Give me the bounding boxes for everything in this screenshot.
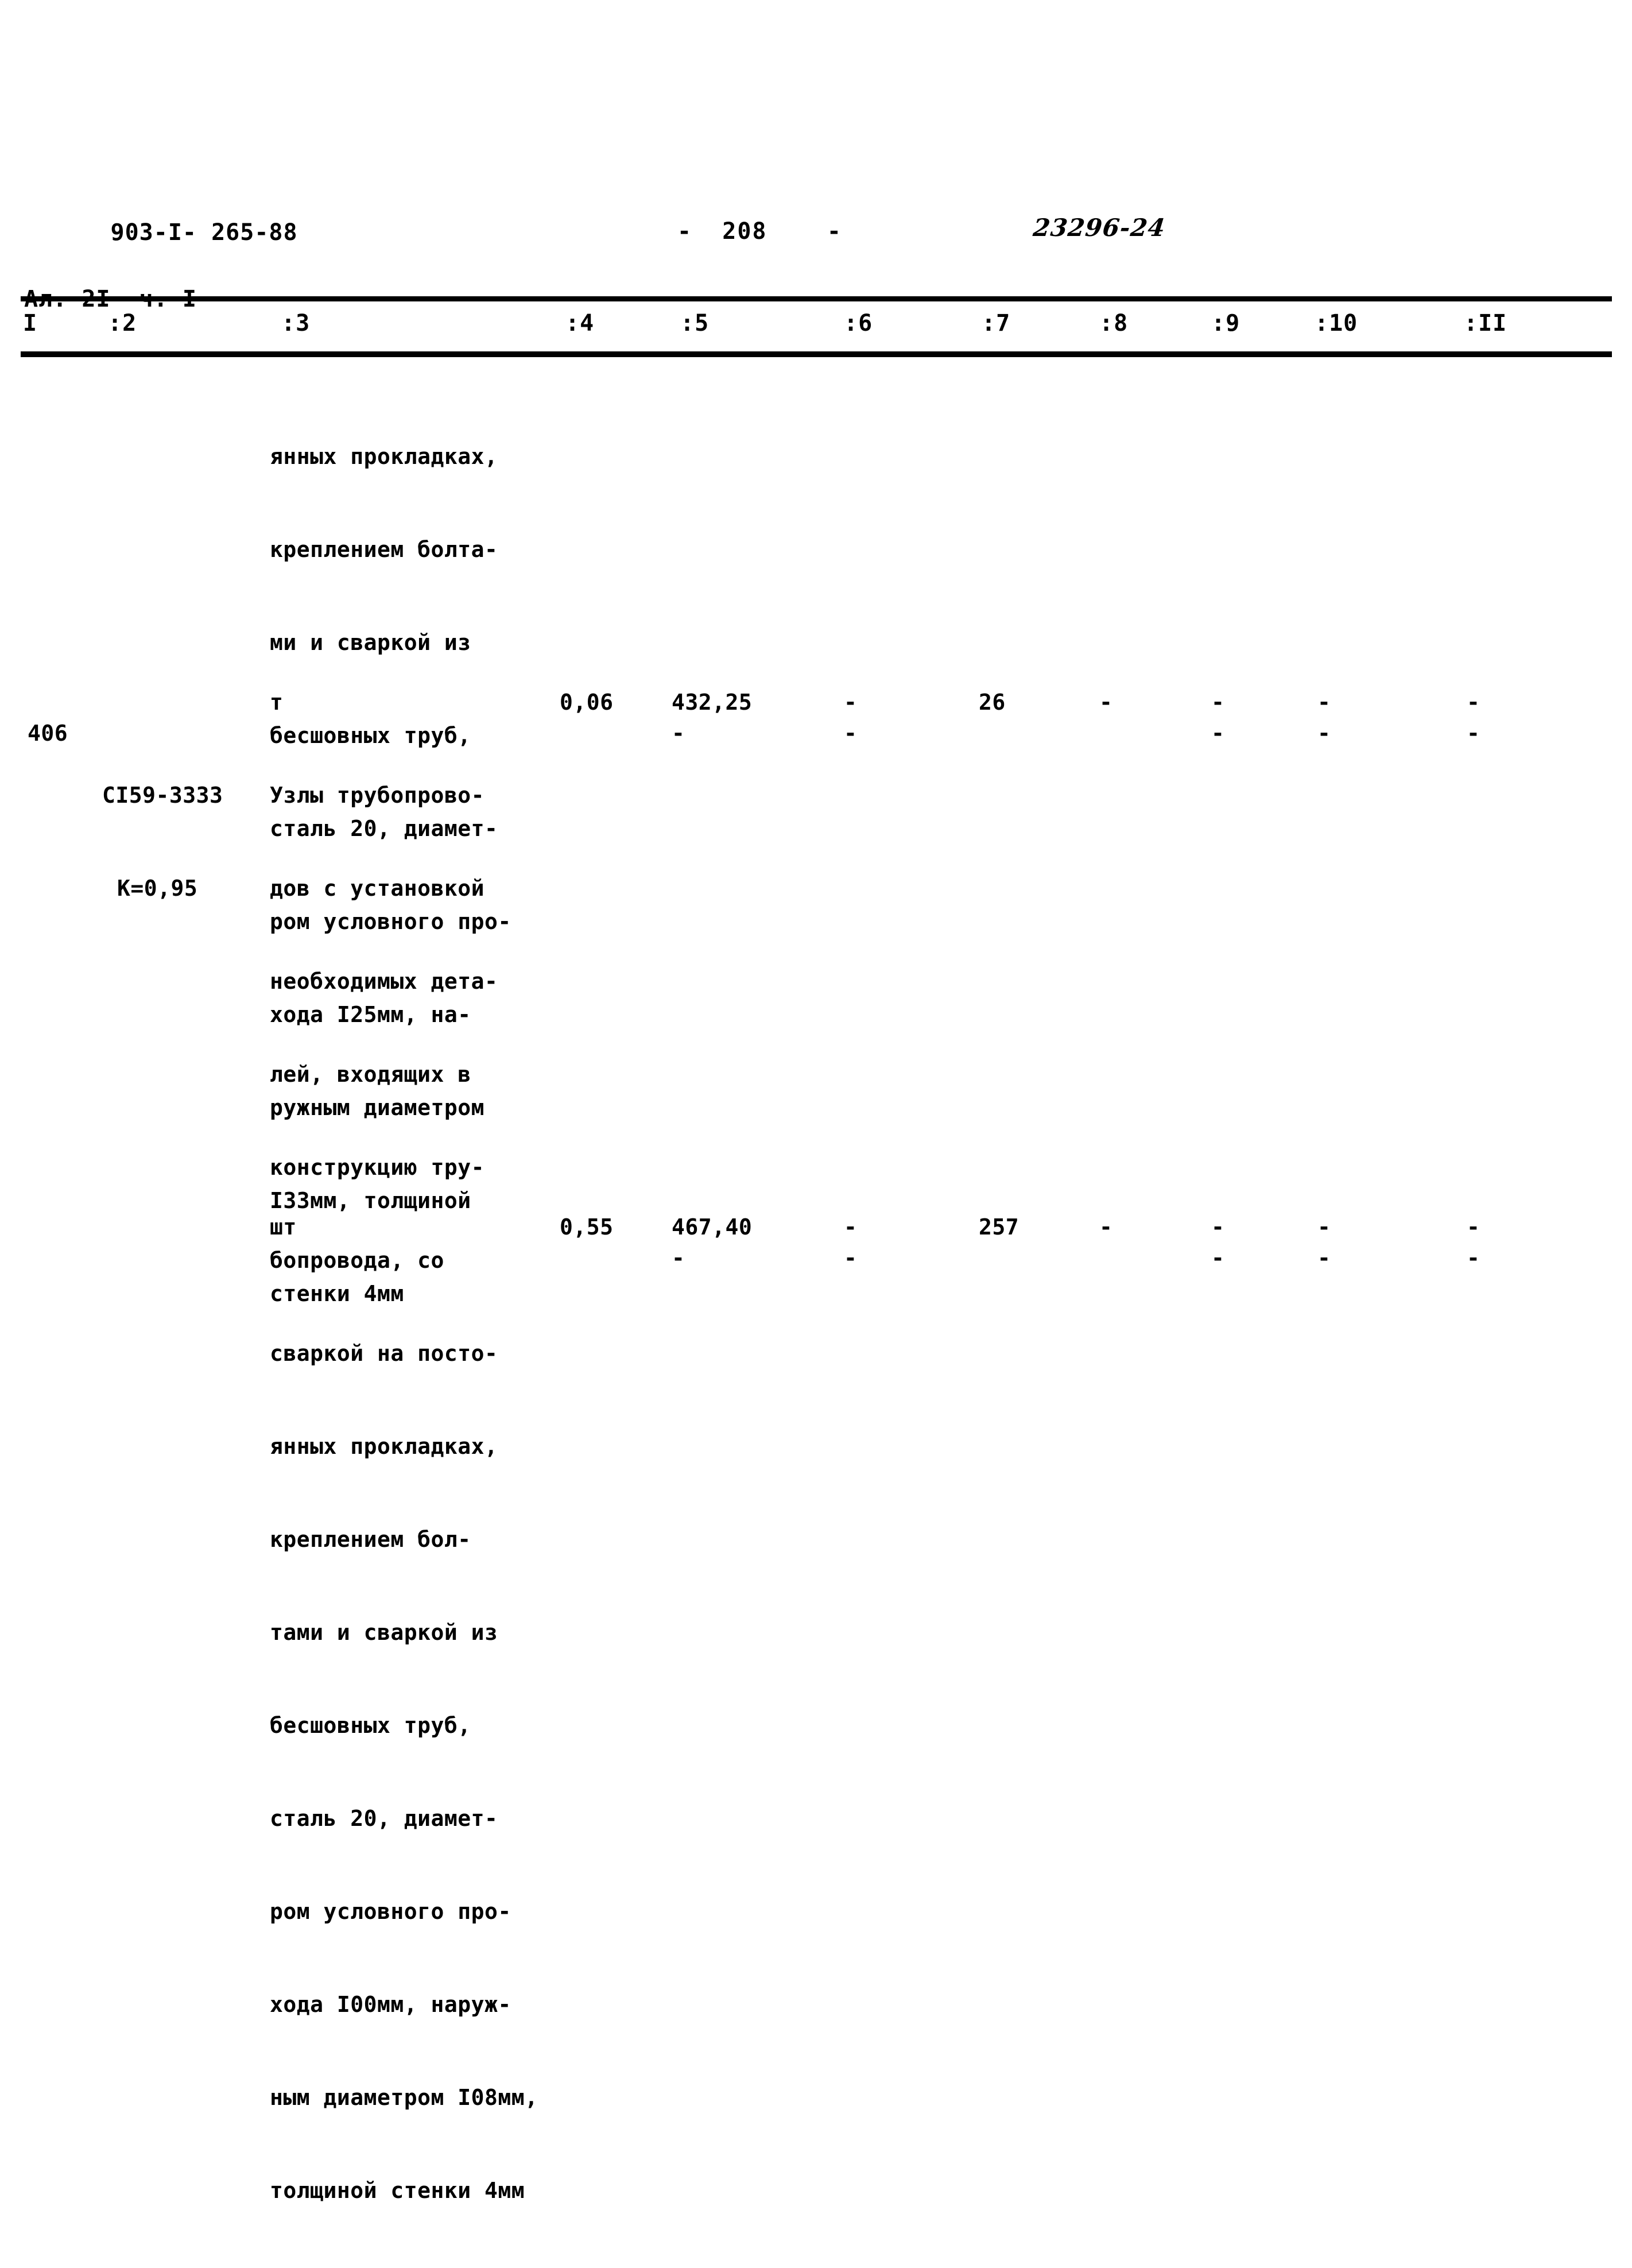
desc-line: ми и сваркой из bbox=[270, 630, 471, 655]
row-unit: шт bbox=[270, 1214, 297, 1240]
desc-line: бесшовных труб, bbox=[270, 1713, 471, 1738]
column-header-6: :6 bbox=[844, 310, 873, 336]
row-col11-value-secondary: - bbox=[1467, 1245, 1480, 1271]
row-code: СI59-3333 К=0,95 bbox=[102, 718, 223, 966]
table-column-headers: I :2 :3 :4 :5 :6 :7 :8 :9 :10 :II bbox=[0, 310, 1632, 350]
column-header-7: :7 bbox=[982, 310, 1011, 336]
row-col9-value: - bbox=[1211, 690, 1225, 715]
sheet-code-stamp: 23296-24 bbox=[1032, 214, 1167, 242]
column-header-2: :2 bbox=[108, 310, 137, 336]
row-col6-value-secondary: - bbox=[844, 1245, 858, 1271]
column-header-9: :9 bbox=[1211, 310, 1241, 336]
desc-line: конструкцию тру- bbox=[270, 1155, 485, 1180]
column-header-8: :8 bbox=[1099, 310, 1129, 336]
row-code-main: СI59-3333 bbox=[102, 783, 223, 808]
row-col9-value-secondary: - bbox=[1211, 1245, 1225, 1271]
document-header: 903-I- 265-88 Ал. 2I ч. I - 208 - 23296-… bbox=[0, 0, 1632, 312]
row-col7-value: 26 bbox=[979, 690, 1006, 715]
row-col11-value: - bbox=[1467, 690, 1480, 715]
table-header-bottom-rule bbox=[21, 351, 1612, 357]
row-col6-value: - bbox=[844, 1214, 858, 1240]
table-body: янных прокладках, креплением болта- ми и… bbox=[0, 379, 1632, 2203]
document-id-line-1: 903-I- 265-88 bbox=[110, 219, 298, 246]
desc-line: янных прокладках, bbox=[270, 444, 498, 469]
column-header-11: :II bbox=[1464, 310, 1507, 336]
table-row: янных прокладках, креплением болта- ми и… bbox=[0, 379, 1632, 1306]
row-col5-value: 467,40 bbox=[672, 1214, 753, 1240]
page-number: - 208 - bbox=[677, 218, 842, 245]
desc-line: сваркой на посто- bbox=[270, 1341, 498, 1366]
desc-line: ром условного про- bbox=[270, 1899, 511, 1924]
row-col4-value: 0,06 bbox=[560, 690, 614, 715]
row-col5-value: 432,25 bbox=[672, 690, 753, 715]
row-col10-value-secondary: - bbox=[1317, 1245, 1331, 1271]
desc-line: ным диаметром I08мм, bbox=[270, 2085, 538, 2110]
desc-line: Узлы трубопрово- bbox=[270, 783, 485, 808]
row-col6-value: - bbox=[844, 690, 858, 715]
column-header-1: I bbox=[23, 310, 38, 336]
document-page: 903-I- 265-88 Ал. 2I ч. I - 208 - 23296-… bbox=[0, 0, 1632, 2203]
column-header-3: :3 bbox=[281, 310, 311, 336]
row-number: 406 bbox=[28, 721, 68, 746]
desc-line: креплением бол- bbox=[270, 1527, 471, 1552]
desc-line: лей, входящих в bbox=[270, 1062, 471, 1087]
desc-line: сталь 20, диамет- bbox=[270, 1806, 498, 1831]
row-col9-value: - bbox=[1211, 1214, 1225, 1240]
column-header-5: :5 bbox=[680, 310, 710, 336]
row-col5-value-secondary: - bbox=[672, 1245, 685, 1271]
desc-line: креплением болта- bbox=[270, 537, 498, 562]
row-description: Узлы трубопрово- дов с установкой необхо… bbox=[270, 718, 538, 2268]
desc-line: необходимых дета- bbox=[270, 969, 498, 994]
column-header-10: :10 bbox=[1315, 310, 1358, 336]
table-top-rule bbox=[21, 296, 1612, 301]
row-col10-value: - bbox=[1317, 1214, 1331, 1240]
table-row: 406 СI59-3333 К=0,95 Узлы трубопрово- до… bbox=[0, 718, 1632, 2203]
row-col10-value: - bbox=[1317, 690, 1331, 715]
column-header-4: :4 bbox=[565, 310, 595, 336]
desc-line: хода I00мм, наруж- bbox=[270, 1992, 511, 2017]
row-col4-value: 0,55 bbox=[560, 1214, 614, 1240]
row-col11-value: - bbox=[1467, 1214, 1480, 1240]
desc-line: дов с установкой bbox=[270, 876, 485, 901]
desc-line: янных прокладках, bbox=[270, 1434, 498, 1459]
desc-line: бопровода, со bbox=[270, 1248, 444, 1273]
row-col7-value: 257 bbox=[979, 1214, 1019, 1240]
desc-line: толщиной стенки 4мм bbox=[270, 2178, 525, 2203]
row-col8-value: - bbox=[1099, 1214, 1113, 1240]
row-code-coefficient: К=0,95 bbox=[117, 876, 198, 901]
desc-line: тами и сваркой из bbox=[270, 1620, 498, 1645]
row-unit: т bbox=[270, 690, 284, 715]
row-col8-value: - bbox=[1099, 690, 1113, 715]
